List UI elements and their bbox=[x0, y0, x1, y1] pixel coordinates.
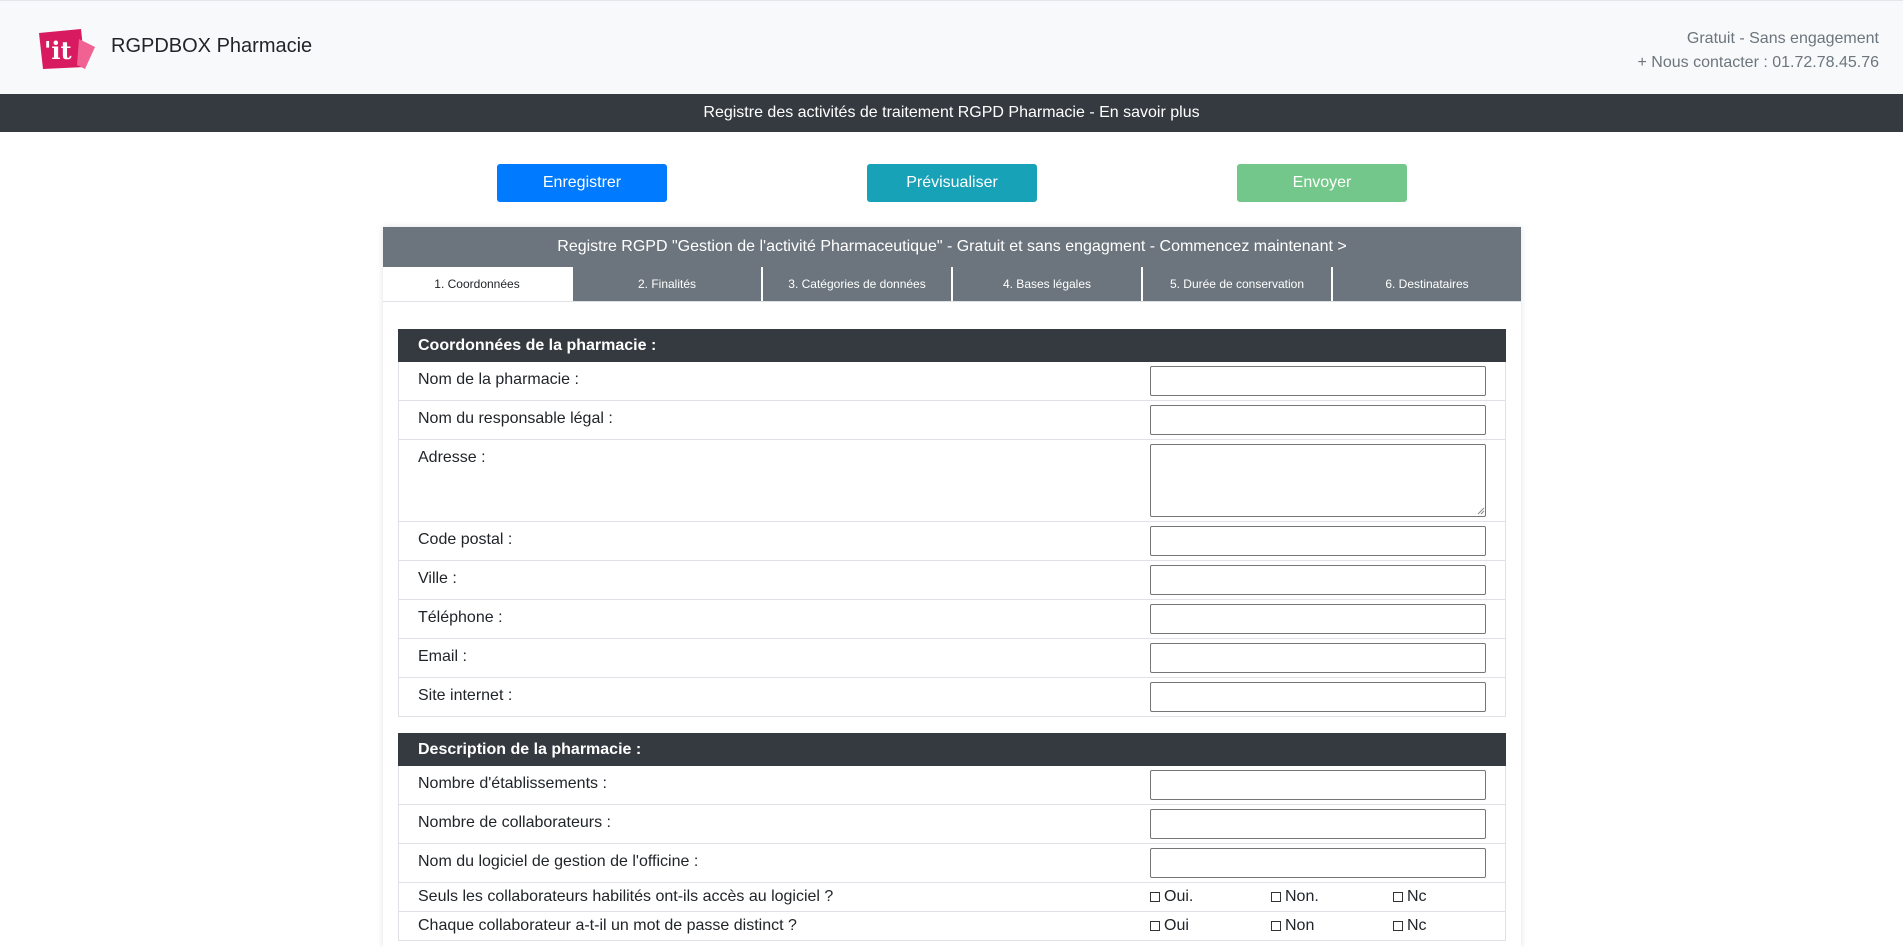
form-row: Email : bbox=[398, 639, 1506, 678]
checkbox[interactable] bbox=[1150, 921, 1160, 931]
form-row: Nom du logiciel de gestion de l'officine… bbox=[398, 844, 1506, 883]
checkbox[interactable] bbox=[1271, 921, 1281, 931]
option-non[interactable]: Non. bbox=[1271, 888, 1319, 906]
top-header: 'it RGPDBOX Pharmacie Gratuit - Sans eng… bbox=[0, 0, 1903, 94]
form-row: Code postal : bbox=[398, 522, 1506, 561]
checkbox[interactable] bbox=[1393, 892, 1403, 902]
section-title: Description de la pharmacie : bbox=[398, 733, 1506, 766]
tab-destinataires[interactable]: 6. Destinataires bbox=[1331, 267, 1521, 301]
contact-link[interactable]: + Nous contacter : 01.72.78.45.76 bbox=[1638, 51, 1880, 75]
option-nc[interactable]: Nc bbox=[1393, 888, 1427, 906]
field-label: Nom du logiciel de gestion de l'officine… bbox=[418, 853, 699, 870]
field-label: Ville : bbox=[418, 570, 457, 587]
question-row: Chaque collaborateur a-t-il un mot de pa… bbox=[398, 912, 1506, 941]
card-title[interactable]: Registre RGPD "Gestion de l'activité Pha… bbox=[383, 227, 1521, 267]
website-field[interactable] bbox=[1150, 682, 1486, 712]
field-label: Nombre d'établissements : bbox=[418, 775, 607, 792]
field-label: Nom du responsable légal : bbox=[418, 410, 613, 427]
option-label: Oui. bbox=[1164, 888, 1194, 905]
question-label: Seuls les collaborateurs habilités ont-i… bbox=[418, 888, 834, 905]
option-non[interactable]: Non bbox=[1271, 917, 1314, 935]
collaborators-count-field[interactable] bbox=[1150, 809, 1486, 839]
field-label: Email : bbox=[418, 648, 467, 665]
form-row: Site internet : bbox=[398, 678, 1506, 717]
form-row: Adresse : bbox=[398, 440, 1506, 522]
form-row: Nom de la pharmacie : bbox=[398, 362, 1506, 401]
field-label: Téléphone : bbox=[418, 609, 503, 626]
option-label: Nc bbox=[1407, 917, 1427, 934]
option-label: Oui bbox=[1164, 917, 1189, 934]
preview-button[interactable]: Prévisualiser bbox=[867, 164, 1037, 202]
info-banner-text[interactable]: Registre des activités de traitement RGP… bbox=[703, 104, 1199, 122]
tagline: Gratuit - Sans engagement bbox=[1686, 30, 1879, 47]
city-field[interactable] bbox=[1150, 565, 1486, 595]
resize-grip-icon[interactable] bbox=[1477, 507, 1485, 515]
section-coordonnees: Coordonnées de la pharmacie : Nom de la … bbox=[398, 329, 1506, 717]
form-row: Nombre de collaborateurs : bbox=[398, 805, 1506, 844]
brand-name[interactable]: RGPDBOX Pharmacie bbox=[111, 35, 312, 58]
send-button[interactable]: Envoyer bbox=[1237, 164, 1407, 202]
option-oui[interactable]: Oui. bbox=[1150, 888, 1193, 906]
section-title: Coordonnées de la pharmacie : bbox=[398, 329, 1506, 362]
option-oui[interactable]: Oui bbox=[1150, 917, 1189, 935]
establishments-count-field[interactable] bbox=[1150, 770, 1486, 800]
option-label: Nc bbox=[1407, 888, 1427, 905]
question-row: Seuls les collaborateurs habilités ont-i… bbox=[398, 883, 1506, 912]
save-button[interactable]: Enregistrer bbox=[497, 164, 667, 202]
tab-finalites[interactable]: 2. Finalités bbox=[571, 267, 761, 301]
field-label: Nombre de collaborateurs : bbox=[418, 814, 611, 831]
postal-code-field[interactable] bbox=[1150, 526, 1486, 556]
form-row: Nom du responsable légal : bbox=[398, 401, 1506, 440]
checkbox[interactable] bbox=[1393, 921, 1403, 931]
software-name-field[interactable] bbox=[1150, 848, 1486, 878]
pharmacy-name-field[interactable] bbox=[1150, 366, 1486, 396]
logo-text: 'it bbox=[44, 36, 72, 65]
brand-logo-icon[interactable]: 'it bbox=[35, 25, 97, 71]
field-label: Adresse : bbox=[418, 449, 486, 466]
tab-categories-donnees[interactable]: 3. Catégories de données bbox=[761, 267, 951, 301]
legal-manager-field[interactable] bbox=[1150, 405, 1486, 435]
email-field[interactable] bbox=[1150, 643, 1486, 673]
option-nc[interactable]: Nc bbox=[1393, 917, 1427, 935]
form-row: Nombre d'établissements : bbox=[398, 766, 1506, 805]
info-banner[interactable]: Registre des activités de traitement RGP… bbox=[0, 94, 1903, 132]
step-tabs: 1. Coordonnées 2. Finalités 3. Catégorie… bbox=[383, 267, 1521, 302]
field-label: Code postal : bbox=[418, 531, 513, 548]
field-label: Nom de la pharmacie : bbox=[418, 371, 579, 388]
checkbox[interactable] bbox=[1150, 892, 1160, 902]
register-card: Registre RGPD "Gestion de l'activité Pha… bbox=[383, 227, 1521, 947]
section-description: Description de la pharmacie : Nombre d'é… bbox=[398, 733, 1506, 941]
option-label: Non. bbox=[1285, 888, 1319, 905]
option-label: Non bbox=[1285, 917, 1315, 934]
contact-info: Gratuit - Sans engagement + Nous contact… bbox=[1638, 27, 1880, 75]
tab-duree-conservation[interactable]: 5. Durée de conservation bbox=[1141, 267, 1331, 301]
checkbox[interactable] bbox=[1271, 892, 1281, 902]
tab-coordonnees[interactable]: 1. Coordonnées bbox=[383, 267, 571, 301]
tab-bases-legales[interactable]: 4. Bases légales bbox=[951, 267, 1141, 301]
question-label: Chaque collaborateur a-t-il un mot de pa… bbox=[418, 917, 797, 934]
form-row: Ville : bbox=[398, 561, 1506, 600]
phone-field[interactable] bbox=[1150, 604, 1486, 634]
address-field[interactable] bbox=[1150, 444, 1486, 517]
form-row: Téléphone : bbox=[398, 600, 1506, 639]
field-label: Site internet : bbox=[418, 687, 513, 704]
